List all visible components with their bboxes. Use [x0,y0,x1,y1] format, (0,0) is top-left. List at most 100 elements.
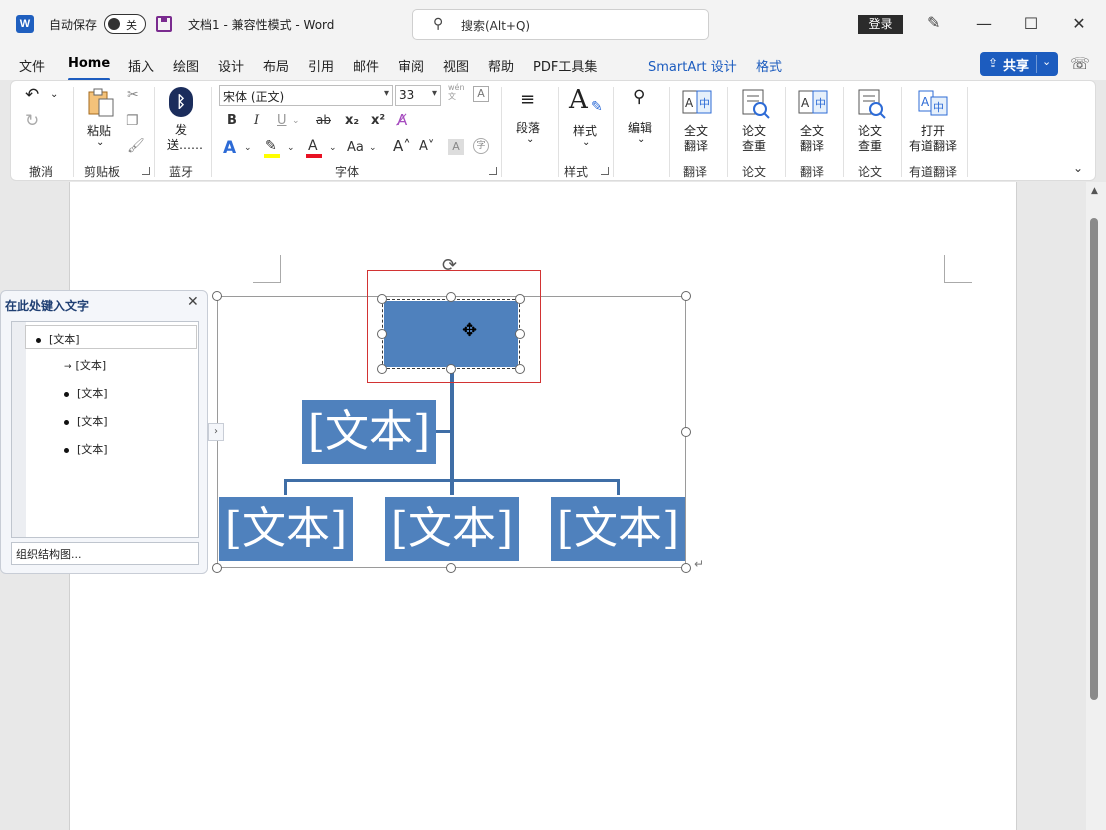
change-case-dropdown-icon[interactable]: ⌄ [369,143,377,153]
node-resize-handle[interactable] [446,292,456,302]
char-shading-icon[interactable]: A [448,139,464,155]
node-resize-handle[interactable] [377,329,387,339]
paper-check-label-2[interactable]: 查重 [742,137,766,154]
tab-layout[interactable]: 布局 [263,56,289,75]
tab-design[interactable]: 设计 [218,56,244,75]
enclose-char-icon[interactable]: 字 [473,138,489,154]
cut-icon[interactable]: ✂ [127,87,139,103]
resize-handle[interactable] [681,427,691,437]
tab-references[interactable]: 引用 [308,56,334,75]
paste-dropdown-icon[interactable]: ⌄ [96,137,104,148]
chevron-down-icon[interactable]: ⌄ [1042,55,1051,68]
smartart-assistant-node[interactable]: [文本] [302,400,436,464]
full-translate-label-2[interactable]: 翻译 [684,137,708,154]
scroll-up-icon[interactable]: ▲ [1091,186,1098,196]
underline-dropdown-icon[interactable]: ⌄ [292,116,300,126]
styles-icon[interactable]: A [569,85,588,115]
rotate-handle-icon[interactable]: ⟳ [442,255,457,276]
smartart-child-node-3[interactable]: [文本] [551,497,685,561]
redo-icon[interactable]: ↻ [25,111,39,131]
paper-check-b-label-2[interactable]: 查重 [858,137,882,154]
paper-check-icon[interactable] [855,87,887,119]
char-border-icon[interactable]: A [473,86,489,102]
tab-format[interactable]: 格式 [756,56,782,75]
tab-mailings[interactable]: 邮件 [353,56,379,75]
font-color-dropdown-icon[interactable]: ⌄ [329,143,337,153]
scrollbar-thumb[interactable] [1090,218,1098,700]
close-button[interactable]: ✕ [1064,12,1094,36]
node-resize-handle[interactable] [515,364,525,374]
highlight-dropdown-icon[interactable]: ⌄ [287,143,295,153]
phonetic-guide-icon[interactable]: wén 文 [448,83,465,101]
editing-search-icon[interactable]: ⚲ [633,87,645,107]
tab-view[interactable]: 视图 [443,56,469,75]
resize-handle[interactable] [446,563,456,573]
translate-icon[interactable]: A 中 [797,87,829,119]
paper-check-icon[interactable] [739,87,771,119]
minimize-button[interactable]: — [969,12,999,36]
clear-format-icon[interactable]: A̸ [397,111,407,129]
styles-dropdown-icon[interactable]: ⌄ [582,137,590,148]
font-color-icon[interactable]: A [308,138,318,154]
node-resize-handle[interactable] [515,294,525,304]
tab-draw[interactable]: 绘图 [173,56,199,75]
bluetooth-icon[interactable]: ᛒ [169,87,193,117]
clipboard-launcher-icon[interactable] [142,167,150,175]
copy-icon[interactable]: ❐ [126,113,139,129]
text-pane-list[interactable]: [文本] → [文本] [文本] [文本] [文本] [11,321,199,538]
node-resize-handle[interactable] [377,294,387,304]
subscript-button[interactable]: x₂ [345,113,359,128]
share-button[interactable]: ⇪ 共享 ⌄ [980,52,1058,76]
undo-dropdown-icon[interactable]: ⌄ [50,89,58,100]
tab-home[interactable]: Home [68,56,111,81]
text-effects-icon[interactable]: A [223,138,236,158]
resize-handle[interactable] [681,563,691,573]
translate-icon[interactable]: A 中 [681,87,713,119]
tab-review[interactable]: 审阅 [398,56,424,75]
resize-handle[interactable] [681,291,691,301]
italic-button[interactable]: I [254,113,259,128]
editing-dropdown-icon[interactable]: ⌄ [637,134,645,145]
ribbon-collapse-icon[interactable]: ⌄ [1073,161,1083,175]
smartart-child-node-1[interactable]: [文本] [219,497,353,561]
tab-help[interactable]: 帮助 [488,56,514,75]
smartart-child-node-2[interactable]: [文本] [385,497,519,561]
grow-font-icon[interactable]: A˄ [393,137,411,155]
node-resize-handle[interactable] [377,364,387,374]
shrink-font-icon[interactable]: A˅ [419,139,434,154]
resize-handle[interactable] [212,563,222,573]
resize-handle[interactable] [212,291,222,301]
org-chart-link[interactable]: 组织结构图... [11,542,199,565]
vertical-scrollbar[interactable]: ▲ [1086,182,1106,830]
font-size-select[interactable]: 33 ▾ [395,85,441,106]
undo-icon[interactable]: ↶ [25,85,39,105]
send-label-line2[interactable]: 送…… [167,136,203,153]
tab-pdf-tools[interactable]: PDF工具集 [533,56,597,75]
highlight-icon[interactable]: ✎ [265,138,277,154]
list-item[interactable]: [文本] [64,441,108,457]
close-icon[interactable]: ✕ [187,294,199,310]
comment-icon[interactable]: ☏ [1070,54,1090,73]
paragraph-dropdown-icon[interactable]: ⌄ [526,134,534,145]
format-painter-icon[interactable]: 🖌 [127,138,145,154]
autosave-toggle[interactable]: 关 [104,14,146,34]
text-effects-dropdown-icon[interactable]: ⌄ [244,143,252,153]
maximize-button[interactable]: ☐ [1016,12,1046,36]
search-box[interactable]: ⚲ 搜索(Alt+Q) [412,9,709,40]
tab-smartart-design[interactable]: SmartArt 设计 [648,56,737,75]
strikethrough-button[interactable]: ab [316,113,331,127]
styles-launcher-icon[interactable] [601,167,609,175]
underline-button[interactable]: U [277,113,287,128]
bold-button[interactable]: B [227,113,237,128]
youdao-label-2[interactable]: 有道翻译 [909,137,957,154]
node-resize-handle[interactable] [446,364,456,374]
text-pane-toggle-icon[interactable]: › [208,423,224,441]
full-translate-b-label-2[interactable]: 翻译 [800,137,824,154]
list-item[interactable]: [文本] [64,413,108,429]
tab-file[interactable]: 文件 [19,56,45,75]
paste-icon[interactable] [85,87,117,119]
font-launcher-icon[interactable] [489,167,497,175]
save-icon[interactable] [156,16,172,32]
node-resize-handle[interactable] [515,329,525,339]
list-item[interactable]: [文本] [64,385,108,401]
